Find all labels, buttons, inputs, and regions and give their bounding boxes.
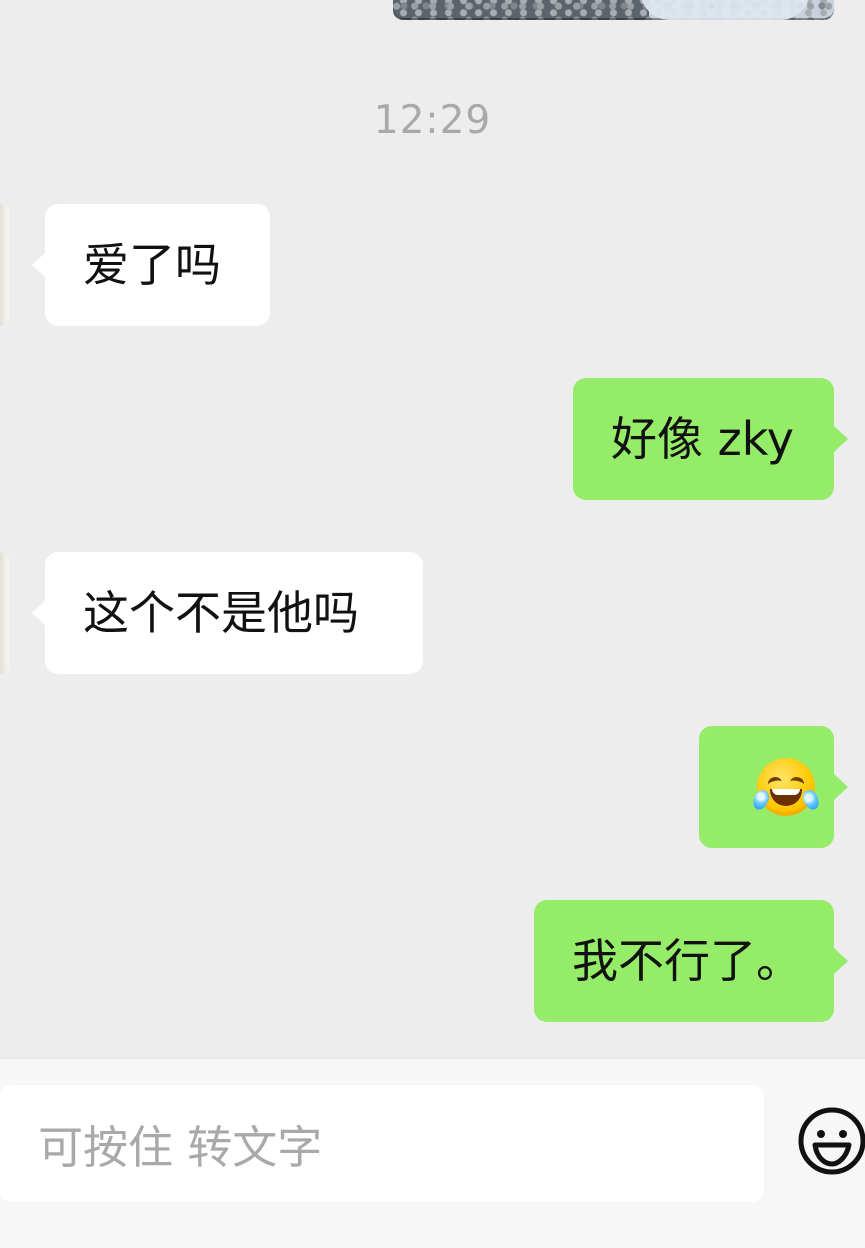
input-placeholder: 可按住 转文字	[38, 1121, 323, 1174]
contact-avatar[interactable]	[0, 204, 9, 326]
message-input[interactable]: 可按住 转文字	[0, 1085, 764, 1202]
contact-avatar[interactable]	[0, 552, 9, 674]
message-timestamp: 12:29	[373, 98, 492, 143]
emoji-left-tear	[749, 787, 772, 813]
smile-emoji-icon[interactable]	[797, 1103, 865, 1180]
emoji-right-tear	[799, 787, 822, 813]
incoming-message-bubble[interactable]: 爱了吗	[32, 204, 270, 326]
outgoing-emoji-message-bubble[interactable]	[699, 726, 848, 848]
emoji-mouth	[769, 789, 802, 806]
tears-of-joy-emoji	[749, 758, 822, 816]
outgoing-message-bubble[interactable]: 好像 zky	[573, 378, 848, 500]
image-message[interactable]	[393, 0, 834, 20]
message-text: 我不行了。	[572, 934, 802, 988]
outgoing-message-bubble[interactable]: 我不行了。	[534, 900, 848, 1022]
incoming-message-bubble[interactable]: 这个不是他吗	[32, 552, 423, 674]
message-text: 这个不是他吗	[83, 586, 359, 640]
message-text: 爱了吗	[83, 238, 221, 292]
message-text: 好像 zky	[611, 412, 794, 466]
